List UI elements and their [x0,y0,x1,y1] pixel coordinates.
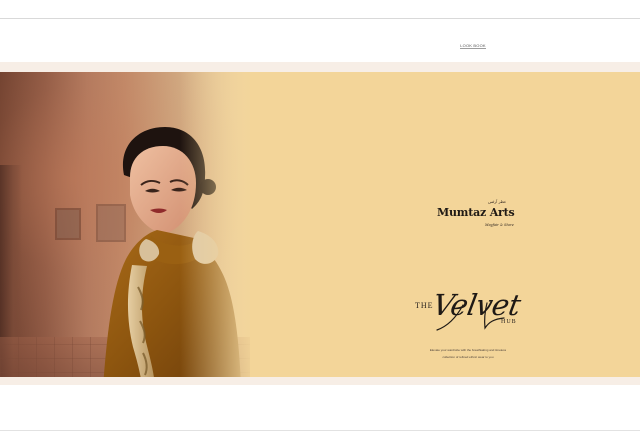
bottom-divider [0,430,640,431]
top-divider [0,18,640,19]
brand-name: Mumtaz Arts [437,206,515,219]
title-prefix: THE [415,301,434,310]
brand-tagline: Mayfair & Store [485,223,514,227]
face [130,146,196,234]
look-book-link[interactable]: LOOK BOOK [460,43,486,49]
brand-block: عطر آرٹس Mumtaz Arts Mayfair & Store THE… [400,198,530,368]
title-main: Velvet [430,288,524,322]
brand-script: عطر آرٹس [488,199,507,204]
title-suffix: HUB [501,319,517,325]
hair-bun [200,179,216,195]
earring-right [192,231,219,264]
description-line-1: Elevate your wardrobe with the breathtak… [429,348,507,352]
hero-banner: عطر آرٹس Mumtaz Arts Mayfair & Store THE… [0,62,640,385]
model-photo [0,72,250,377]
model-illustration [103,127,241,377]
lookbook-page: LOOK BOOK عطر آرٹس Mumtaz Arts Mayfair &… [0,0,640,448]
description-line-2: collection of refined ethnic wear to you [442,355,494,359]
